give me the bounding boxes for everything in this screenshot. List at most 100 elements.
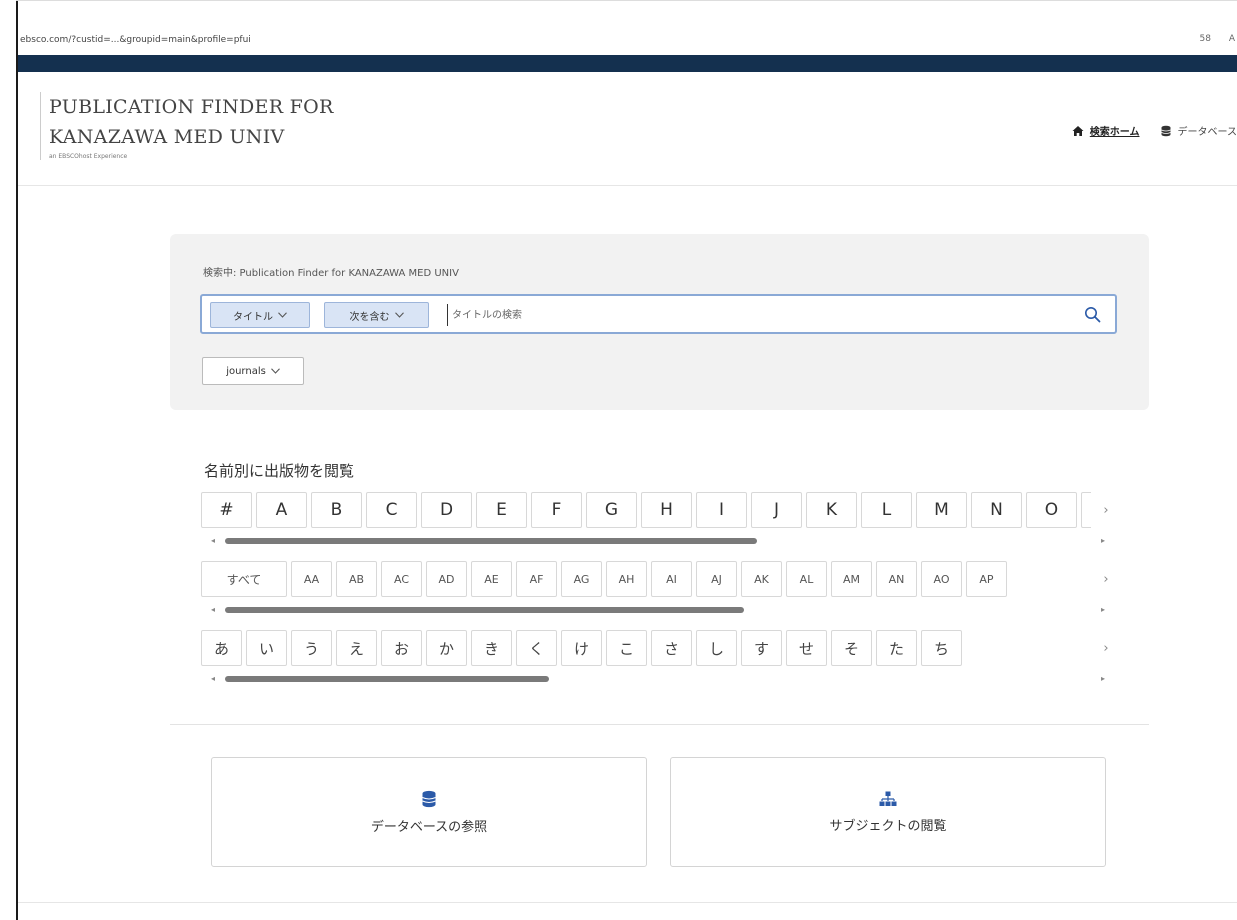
browse-row2-button[interactable]: AM bbox=[831, 561, 872, 597]
browse-subjects-label: サブジェクトの閲覧 bbox=[829, 818, 947, 834]
browse-row1-button[interactable]: J bbox=[751, 492, 802, 528]
browse-row1-button[interactable]: K bbox=[806, 492, 857, 528]
browse-row2-button[interactable]: AK bbox=[741, 561, 782, 597]
nav-databases-label: データベース bbox=[1177, 127, 1237, 138]
nav-search-home[interactable]: 検索ホーム bbox=[1072, 123, 1140, 138]
browse-row3-button[interactable]: お bbox=[381, 630, 422, 666]
scrollbar-pairs[interactable]: ◂ ▸ bbox=[211, 606, 1111, 614]
address-url[interactable]: ebsco.com/?custid=...&groupid=main&profi… bbox=[18, 35, 251, 45]
browse-row1-button[interactable]: F bbox=[531, 492, 582, 528]
search-input[interactable] bbox=[447, 304, 1047, 326]
browser-indicator-2: A bbox=[1228, 34, 1235, 44]
browse-row3-button[interactable]: あ bbox=[201, 630, 242, 666]
browse-row2-button[interactable]: AF bbox=[516, 561, 557, 597]
browse-row1-button[interactable]: M bbox=[916, 492, 967, 528]
browse-row3-button[interactable]: ち bbox=[921, 630, 962, 666]
browse-row3-button[interactable]: た bbox=[876, 630, 917, 666]
header-nav: 検索ホーム データベース bbox=[1072, 123, 1237, 138]
browse-row3-button[interactable]: さ bbox=[651, 630, 692, 666]
window-frame-top bbox=[16, 0, 1237, 1]
brand-title-line1: PUBLICATION FINDER FOR bbox=[49, 96, 334, 118]
nav-search-home-label: 検索ホーム bbox=[1089, 127, 1140, 138]
browse-row3-button[interactable]: せ bbox=[786, 630, 827, 666]
chevron-down-icon bbox=[270, 368, 280, 374]
browse-row3-button[interactable]: き bbox=[471, 630, 512, 666]
browse-row3-button[interactable]: う bbox=[291, 630, 332, 666]
search-match-dropdown[interactable]: 次を含む bbox=[324, 302, 429, 328]
browse-row1-button[interactable]: P bbox=[1081, 492, 1091, 528]
home-icon bbox=[1072, 125, 1084, 136]
browse-row3-button[interactable]: す bbox=[741, 630, 782, 666]
browse-section-heading: 名前別に出版物を閲覧 bbox=[204, 460, 354, 481]
publication-type-dropdown[interactable]: journals bbox=[202, 357, 304, 385]
browse-row2-button[interactable]: AD bbox=[426, 561, 467, 597]
search-field-dropdown[interactable]: タイトル bbox=[210, 302, 310, 328]
browse-row2-button[interactable]: AJ bbox=[696, 561, 737, 597]
alpha-row-letters: #ABCDEFGHIJKLMNOP bbox=[201, 492, 1091, 528]
chevron-right-icon[interactable]: › bbox=[1100, 492, 1112, 528]
browse-row1-button[interactable]: C bbox=[366, 492, 417, 528]
browse-row1-button[interactable]: E bbox=[476, 492, 527, 528]
scrollbar-thumb[interactable] bbox=[225, 607, 744, 613]
brand-logo[interactable]: PUBLICATION FINDER FOR KANAZAWA MED UNIV… bbox=[40, 92, 334, 160]
browse-row3-button[interactable]: え bbox=[336, 630, 377, 666]
browse-row2-button[interactable]: AE bbox=[471, 561, 512, 597]
scrollbar-thumb[interactable] bbox=[225, 676, 549, 682]
browse-row2-button[interactable]: AO bbox=[921, 561, 962, 597]
browse-row2-button[interactable]: AI bbox=[651, 561, 692, 597]
browse-subjects-card[interactable]: サブジェクトの閲覧 bbox=[670, 757, 1106, 867]
browse-row1-button[interactable]: D bbox=[421, 492, 472, 528]
browse-row1-button[interactable]: I bbox=[696, 492, 747, 528]
sitemap-icon bbox=[879, 791, 897, 806]
search-match-value: 次を含む bbox=[349, 311, 390, 323]
browse-row2-button[interactable]: すべて bbox=[201, 561, 287, 597]
browse-databases-label: データベースの参照 bbox=[370, 819, 488, 835]
chevron-right-icon[interactable]: › bbox=[1100, 561, 1112, 597]
database-icon bbox=[422, 790, 436, 807]
browse-row1-button[interactable]: O bbox=[1026, 492, 1077, 528]
browse-title: 名前別に出版物を閲覧 bbox=[204, 462, 355, 480]
browse-databases-card[interactable]: データベースの参照 bbox=[211, 757, 647, 867]
browse-row2-button[interactable]: AH bbox=[606, 561, 647, 597]
address-bar[interactable]: ebsco.com/?custid=...&groupid=main&profi… bbox=[18, 28, 1237, 52]
browse-row2-button[interactable]: AA bbox=[291, 561, 332, 597]
browse-row2-button[interactable]: AP bbox=[966, 561, 1007, 597]
browse-row2-button[interactable]: AC bbox=[381, 561, 422, 597]
browse-row1-button[interactable]: G bbox=[586, 492, 637, 528]
chevron-down-icon bbox=[278, 312, 287, 318]
browse-row1-button[interactable]: L bbox=[861, 492, 912, 528]
chevron-down-icon bbox=[394, 312, 404, 318]
browse-row3-button[interactable]: く bbox=[516, 630, 557, 666]
publication-type-value: journals bbox=[226, 365, 266, 377]
search-scope-label: 検索中: Publication Finder for KANAZAWA MED… bbox=[203, 268, 459, 279]
browse-row1-button[interactable]: H bbox=[641, 492, 692, 528]
browse-row2-button[interactable]: AB bbox=[336, 561, 377, 597]
brand-subtitle: an EBSCOhost Experience bbox=[49, 153, 128, 160]
scrollbar-thumb[interactable] bbox=[225, 538, 757, 544]
top-nav-strip bbox=[18, 55, 1237, 72]
search-box: タイトル 次を含む bbox=[200, 294, 1117, 334]
browse-row3-button[interactable]: そ bbox=[831, 630, 872, 666]
scrollbar-kana[interactable]: ◂ ▸ bbox=[211, 675, 1111, 683]
search-icon[interactable] bbox=[1083, 305, 1103, 325]
browse-row3-button[interactable]: い bbox=[246, 630, 287, 666]
database-icon bbox=[1160, 125, 1171, 136]
browse-row1-button[interactable]: N bbox=[971, 492, 1022, 528]
scrollbar-letters[interactable]: ◂ ▸ bbox=[211, 537, 1111, 545]
browse-row1-button[interactable]: # bbox=[201, 492, 252, 528]
browse-row3-button[interactable]: か bbox=[426, 630, 467, 666]
browse-row3-button[interactable]: こ bbox=[606, 630, 647, 666]
section-divider bbox=[170, 724, 1149, 725]
browse-row2-button[interactable]: AL bbox=[786, 561, 827, 597]
chevron-right-icon[interactable]: › bbox=[1100, 630, 1112, 666]
browse-row3-button[interactable]: け bbox=[561, 630, 602, 666]
browse-row2-button[interactable]: AG bbox=[561, 561, 602, 597]
nav-databases[interactable]: データベース bbox=[1160, 123, 1237, 138]
search-field-value: タイトル bbox=[233, 311, 273, 323]
browse-row3-button[interactable]: し bbox=[696, 630, 737, 666]
site-header: PUBLICATION FINDER FOR KANAZAWA MED UNIV… bbox=[18, 72, 1237, 186]
browse-row1-button[interactable]: B bbox=[311, 492, 362, 528]
browse-row2-button[interactable]: AN bbox=[876, 561, 917, 597]
browse-row1-button[interactable]: A bbox=[256, 492, 307, 528]
kana-row: あいうえおかきくけこさしすせそたち bbox=[201, 630, 1091, 666]
